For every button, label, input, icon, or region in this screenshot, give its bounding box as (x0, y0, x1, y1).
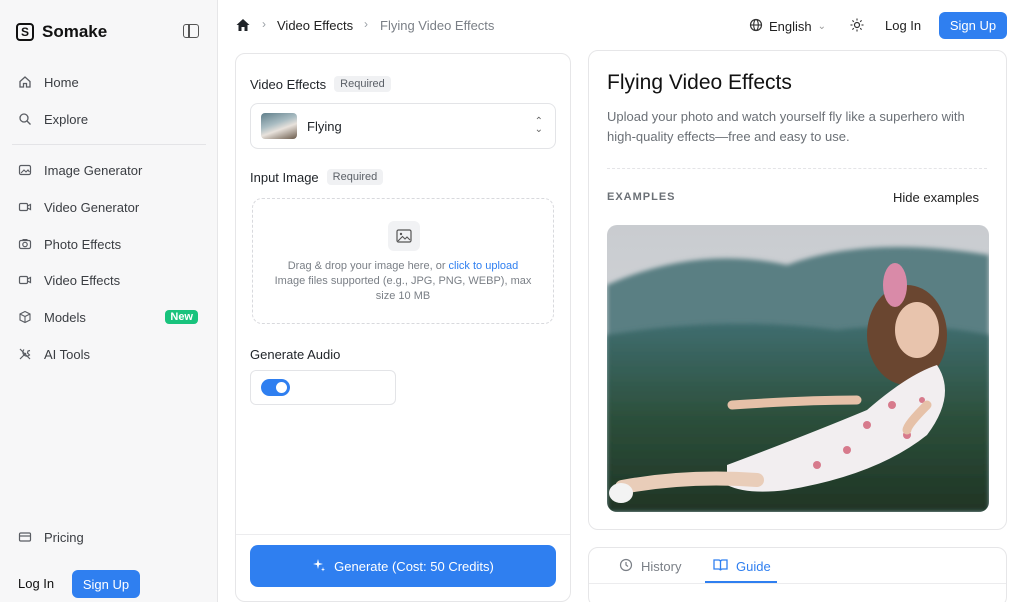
sidebar-item-home[interactable]: Home (10, 67, 206, 97)
hide-examples-button[interactable]: Hide examples (893, 190, 979, 205)
search-icon (18, 112, 32, 126)
sidebar-signup-button[interactable]: Sign Up (72, 570, 140, 598)
sidebar-item-ai-tools[interactable]: AI Tools (10, 339, 206, 369)
chevron-right-icon: › (364, 17, 368, 31)
generate-button[interactable]: Generate (Cost: 50 Credits) (250, 545, 556, 587)
image-dropzone[interactable]: Drag & drop your image here, or click to… (252, 198, 554, 324)
video-effects-field-label: Video Effects Required (250, 76, 391, 92)
effect-select[interactable]: Flying ⌃ ⌄ (250, 103, 556, 149)
page-description: Upload your photo and watch yourself fly… (607, 109, 965, 144)
login-link[interactable]: Log In (885, 18, 921, 33)
tab-label: History (641, 559, 682, 574)
field-label-text: Video Effects (250, 76, 327, 92)
input-image-field-label: Input Image Required (250, 169, 384, 185)
sidebar-item-label: Image Generator (44, 162, 143, 178)
generate-audio-label: Generate Audio (250, 347, 340, 362)
sidebar-item-pricing[interactable]: Pricing (10, 522, 206, 552)
info-panel: Flying Video Effects Upload your photo a… (588, 50, 1007, 530)
book-icon (713, 558, 728, 575)
sparkle-icon (312, 558, 326, 575)
active-tab-indicator (705, 581, 777, 583)
theme-toggle-icon[interactable] (850, 18, 864, 32)
home-icon[interactable] (235, 17, 251, 33)
image-icon (18, 163, 32, 177)
card-icon (18, 530, 32, 544)
history-guide-tabs: History Guide (588, 547, 1007, 602)
sidebar-item-label: Explore (44, 111, 89, 127)
info-divider (607, 168, 987, 169)
effect-thumbnail (261, 113, 297, 139)
sidebar-toggle-icon[interactable] (183, 24, 199, 38)
sidebar-login-link[interactable]: Log In (18, 576, 54, 591)
sidebar-item-video-generator[interactable]: Video Generator (10, 192, 206, 222)
dropzone-instruction: Drag & drop your image here, or (287, 260, 446, 272)
new-badge: New (165, 310, 198, 324)
video-icon (18, 273, 32, 287)
image-icon (388, 221, 420, 251)
sidebar-item-label: Photo Effects (44, 236, 122, 252)
dropzone-text: Drag & drop your image here, or click to… (253, 259, 553, 304)
sidebar-item-label: Models (44, 309, 86, 325)
breadcrumb-current: Flying Video Effects (380, 18, 495, 33)
audio-toggle-container (250, 370, 396, 405)
sidebar-item-models[interactable]: Models New (10, 302, 206, 332)
required-badge: Required (326, 169, 384, 185)
example-image (607, 225, 989, 512)
sidebar-item-video-effects[interactable]: Video Effects (10, 265, 206, 295)
examples-heading: EXAMPLES (607, 191, 676, 203)
clock-icon (619, 558, 633, 575)
tabs-divider (589, 583, 1006, 584)
chevron-up-down-icon: ⌃ ⌄ (534, 116, 543, 135)
page-title: Flying Video Effects (607, 71, 792, 94)
generate-audio-toggle[interactable] (261, 379, 290, 396)
required-badge: Required (334, 76, 391, 92)
globe-icon (749, 18, 763, 35)
field-label-text: Input Image (250, 169, 319, 185)
sidebar-item-label: Pricing (44, 529, 84, 545)
sidebar-item-photo-effects[interactable]: Photo Effects (10, 229, 206, 259)
signup-button[interactable]: Sign Up (939, 12, 1007, 39)
tab-history[interactable]: History (619, 558, 681, 575)
tools-icon (18, 347, 32, 361)
chevron-down-icon: ⌄ (817, 21, 827, 32)
sidebar-item-image-generator[interactable]: Image Generator (10, 155, 206, 185)
language-label: English (769, 19, 812, 34)
home-icon (18, 75, 32, 89)
sidebar-item-label: Home (44, 74, 79, 90)
dropzone-hint: Image files supported (e.g., JPG, PNG, W… (274, 275, 532, 302)
somake-logo-icon: S (16, 23, 34, 41)
top-bar: › Video Effects › Flying Video Effects E… (218, 0, 1024, 50)
generator-form: Video Effects Required Flying ⌃ ⌄ Input I… (235, 53, 571, 602)
cube-icon (18, 310, 32, 324)
generate-button-label: Generate (Cost: 50 Credits) (334, 558, 494, 574)
tab-guide[interactable]: Guide (713, 558, 771, 575)
language-selector[interactable]: English ⌄ (749, 18, 826, 35)
video-icon (18, 200, 32, 214)
tab-label: Guide (736, 559, 771, 574)
form-divider (236, 534, 570, 535)
camera-icon (18, 237, 32, 251)
sidebar-item-explore[interactable]: Explore (10, 104, 206, 134)
brand-name: Somake (42, 22, 108, 41)
sidebar-divider (12, 144, 206, 145)
sidebar-item-label: AI Tools (44, 346, 91, 362)
breadcrumb-video-effects[interactable]: Video Effects (277, 18, 353, 33)
effect-select-value: Flying (307, 118, 342, 134)
field-label-text: Generate Audio (250, 347, 341, 362)
click-to-upload-link[interactable]: click to upload (449, 260, 519, 272)
sidebar-item-label: Video Effects (44, 272, 121, 288)
brand[interactable]: S Somake (16, 20, 107, 44)
chevron-right-icon: › (262, 17, 266, 31)
sidebar: S Somake Home Explore Image Generator Vi… (0, 0, 218, 602)
sidebar-item-label: Video Generator (44, 199, 140, 215)
